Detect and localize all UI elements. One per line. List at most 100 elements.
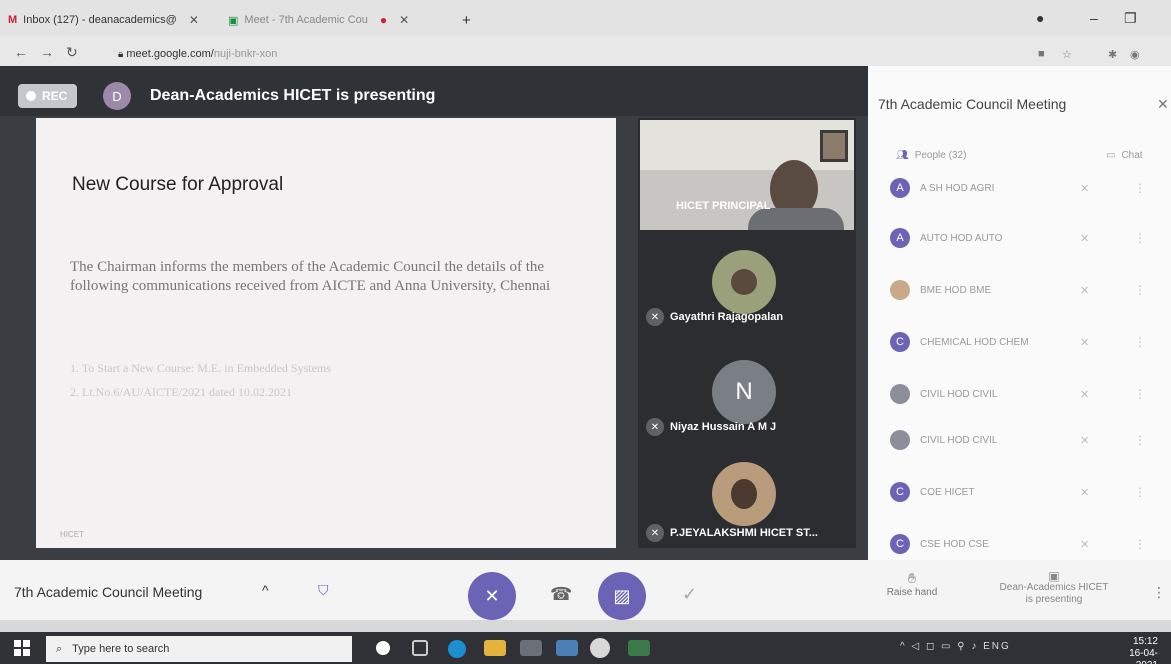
tab-people[interactable]: 👥︎ People (32) xyxy=(896,150,966,161)
store-icon[interactable] xyxy=(520,640,542,656)
cortana-icon[interactable] xyxy=(376,641,390,655)
person-name: CSE HOD CSE xyxy=(920,538,989,550)
camera-off-icon: ▨ xyxy=(613,585,631,606)
list-item[interactable]: A A SH HOD AGRI ✕ ⋮ xyxy=(880,168,1160,208)
tab-meet-label: Meet - 7th Academic Cou xyxy=(244,14,368,26)
present-screen-icon: ▣ xyxy=(1048,569,1060,583)
more-options-icon[interactable]: ⋮ xyxy=(1134,387,1146,401)
list-item[interactable]: C CSE HOD CSE ✕ ⋮ xyxy=(880,524,1160,564)
mic-off-icon[interactable]: ✕ xyxy=(1080,336,1089,349)
gmail-icon: M xyxy=(8,14,18,26)
more-options-icon[interactable]: ⋮ xyxy=(1134,537,1146,551)
mic-off-icon[interactable]: ✕ xyxy=(1080,232,1089,245)
slide-body-text: The Chairman informs the members of the … xyxy=(70,259,551,294)
star-icon[interactable]: ☆ xyxy=(1062,48,1072,61)
person-avatar: A xyxy=(890,178,910,198)
reload-icon[interactable]: ↻ xyxy=(66,44,78,61)
account-icon[interactable]: ● xyxy=(1036,10,1044,26)
list-item[interactable]: A AUTO HOD AUTO ✕ ⋮ xyxy=(880,218,1160,258)
search-icon: ⌕ xyxy=(56,642,63,655)
meeting-name: 7th Academic Council Meeting xyxy=(14,584,203,600)
lock-icon: 🔒︎ xyxy=(118,49,124,60)
language-indicator: ENG xyxy=(983,641,1011,652)
mic-off-icon[interactable]: ✕ xyxy=(1080,182,1089,195)
restore-icon[interactable]: ❐ xyxy=(1124,10,1137,27)
list-item[interactable]: CIVIL HOD CIVIL ✕ ⋮ xyxy=(880,420,1160,460)
tab-inbox[interactable]: M Inbox (127) - deanacademics@ ✕ xyxy=(8,8,199,32)
wall-frame xyxy=(820,130,848,162)
rec-label: REC xyxy=(42,89,68,103)
people-icon: 👥︎ xyxy=(896,150,909,161)
tile-name: P.JEYALAKSHMI HICET ST... xyxy=(670,527,818,539)
mail-icon[interactable] xyxy=(556,640,578,656)
new-tab-button[interactable]: + xyxy=(462,8,471,32)
camera-toggle-button[interactable]: ▨ xyxy=(598,572,646,620)
more-options-icon[interactable]: ⋮ xyxy=(1134,181,1146,195)
excel-icon[interactable] xyxy=(628,640,650,656)
clock[interactable]: 15:12 16-04-2021 xyxy=(1112,636,1158,664)
tab-chat[interactable]: ▭ Chat xyxy=(1106,150,1143,161)
windows-start-icon[interactable] xyxy=(14,640,30,656)
file-explorer-icon[interactable] xyxy=(484,640,506,656)
more-options-icon[interactable]: ⋮ xyxy=(1134,335,1146,349)
chevron-up-icon[interactable]: ^ xyxy=(262,582,269,598)
more-options-icon[interactable]: ⋮ xyxy=(1152,584,1166,601)
raise-hand-label: Raise hand xyxy=(886,587,938,598)
mic-off-icon[interactable]: ✕ xyxy=(1080,538,1089,551)
participant-photo xyxy=(712,462,776,526)
close-tab-icon[interactable]: ✕ xyxy=(189,13,199,27)
mic-off-icon[interactable]: ✕ xyxy=(1080,486,1089,499)
more-options-icon[interactable]: ⋮ xyxy=(1134,283,1146,297)
system-tray[interactable]: ^ ◁ ◻ ▭ ⚲ ♪ ENG xyxy=(900,641,1011,652)
hand-icon: ✋︎ xyxy=(908,570,916,586)
list-item[interactable]: CIVIL HOD CIVIL ✕ ⋮ xyxy=(880,374,1160,414)
presenting-status[interactable]: ▣ Dean-Academics HICET is presenting xyxy=(984,570,1124,606)
leave-call-icon[interactable]: ☎ xyxy=(550,584,572,605)
minimize-icon[interactable]: – xyxy=(1090,10,1098,26)
forward-icon[interactable]: → xyxy=(40,44,54,60)
checkmark-icon[interactable]: ✓ xyxy=(682,584,697,605)
mic-off-icon: ✕ xyxy=(646,524,664,542)
face-icon xyxy=(731,269,757,295)
taskbar-search[interactable]: ⌕ Type here to search xyxy=(46,636,352,662)
recording-dot-icon: ● xyxy=(379,13,388,27)
extensions-icon[interactable]: ✱ xyxy=(1108,48,1117,61)
person-photo xyxy=(890,280,910,300)
list-item[interactable]: BME HOD BME ✕ ⋮ xyxy=(880,270,1160,310)
more-options-icon[interactable]: ⋮ xyxy=(1134,433,1146,447)
camera-indicator-icon[interactable]: ■ xyxy=(1038,48,1045,60)
edge-icon[interactable] xyxy=(448,640,466,658)
list-item[interactable]: C CHEMICAL HOD CHEM ✕ ⋮ xyxy=(880,322,1160,362)
tab-meet[interactable]: ▣ Meet - 7th Academic Cou ● ✕ xyxy=(228,8,409,32)
person-avatar: C xyxy=(890,332,910,352)
mic-off-icon[interactable]: ✕ xyxy=(1080,388,1089,401)
url-field[interactable]: 🔒︎ meet.google.com/nuji-bnkr-xon xyxy=(118,48,277,60)
back-icon[interactable]: ← xyxy=(14,44,28,60)
tray-icons: ^ ◁ ◻ ▭ ⚲ ♪ xyxy=(900,641,979,652)
slide-list: 1. To Start a New Course: M.E. in Embedd… xyxy=(70,356,331,404)
more-options-icon[interactable]: ⋮ xyxy=(1134,485,1146,499)
list-item[interactable]: C COE HICET ✕ ⋮ xyxy=(880,472,1160,512)
person-avatar: C xyxy=(890,534,910,554)
person-name: CHEMICAL HOD CHEM xyxy=(920,336,1029,348)
task-view-icon[interactable] xyxy=(412,640,428,656)
recording-badge: REC xyxy=(18,84,78,108)
chrome-icon[interactable] xyxy=(590,638,610,658)
close-tab-icon[interactable]: ✕ xyxy=(399,13,409,27)
mic-off-icon[interactable]: ✕ xyxy=(1080,284,1089,297)
close-panel-icon[interactable]: ✕ xyxy=(1157,96,1169,113)
presenting-title: Dean-Academics HICET is presenting xyxy=(150,87,436,104)
participant-tile-video[interactable] xyxy=(640,120,854,230)
present-line1: Dean-Academics HICET xyxy=(999,582,1109,593)
mic-toggle-button[interactable]: ✕ xyxy=(468,572,516,620)
participant-photo xyxy=(712,250,776,314)
more-options-icon[interactable]: ⋮ xyxy=(1134,231,1146,245)
tab-inbox-label: Inbox (127) - deanacademics@ xyxy=(23,14,177,26)
mic-off-icon[interactable]: ✕ xyxy=(1080,434,1089,447)
raise-hand-button[interactable]: ✋︎ Raise hand xyxy=(882,570,942,598)
shield-icon[interactable]: ⛉ xyxy=(318,582,329,599)
person-avatar: C xyxy=(890,482,910,502)
slide-list-item: 2. Lt.No.6/AU/AICTE/2021 dated 10.02.202… xyxy=(70,385,292,399)
mic-off-icon: ✕ xyxy=(484,585,500,606)
profile-icon[interactable]: ◉ xyxy=(1130,48,1140,61)
